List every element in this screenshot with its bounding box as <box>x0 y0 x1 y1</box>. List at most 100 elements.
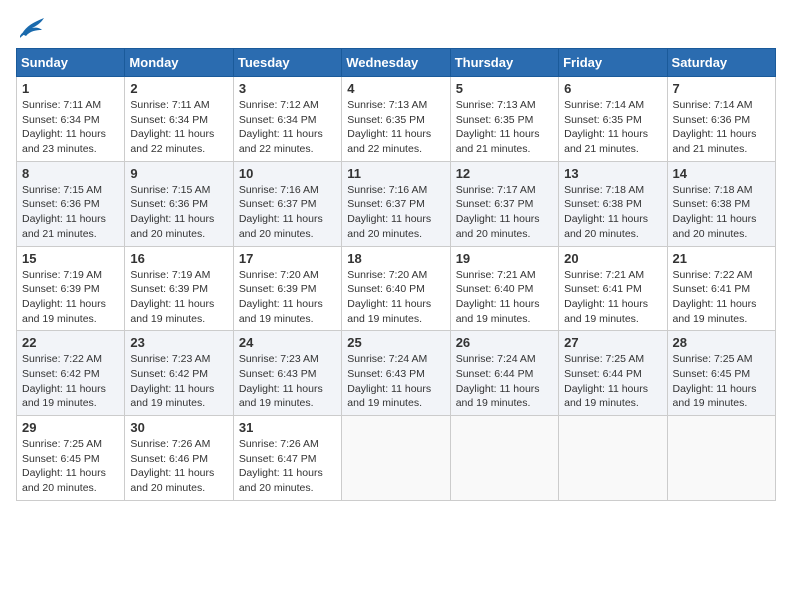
calendar-cell: 1 Sunrise: 7:11 AMSunset: 6:34 PMDayligh… <box>17 77 125 162</box>
day-number: 14 <box>673 166 770 181</box>
calendar-cell: 27 Sunrise: 7:25 AMSunset: 6:44 PMDaylig… <box>559 331 667 416</box>
day-info: Sunrise: 7:26 AMSunset: 6:46 PMDaylight:… <box>130 437 227 496</box>
calendar-cell: 12 Sunrise: 7:17 AMSunset: 6:37 PMDaylig… <box>450 161 558 246</box>
calendar-cell: 4 Sunrise: 7:13 AMSunset: 6:35 PMDayligh… <box>342 77 450 162</box>
logo <box>16 16 46 38</box>
calendar-cell: 6 Sunrise: 7:14 AMSunset: 6:35 PMDayligh… <box>559 77 667 162</box>
calendar-body: 1 Sunrise: 7:11 AMSunset: 6:34 PMDayligh… <box>17 77 776 501</box>
day-number: 16 <box>130 251 227 266</box>
calendar-cell: 21 Sunrise: 7:22 AMSunset: 6:41 PMDaylig… <box>667 246 775 331</box>
day-info: Sunrise: 7:16 AMSunset: 6:37 PMDaylight:… <box>239 183 336 242</box>
calendar-cell: 10 Sunrise: 7:16 AMSunset: 6:37 PMDaylig… <box>233 161 341 246</box>
calendar-cell: 13 Sunrise: 7:18 AMSunset: 6:38 PMDaylig… <box>559 161 667 246</box>
day-number: 24 <box>239 335 336 350</box>
day-number: 9 <box>130 166 227 181</box>
calendar-header-saturday: Saturday <box>667 49 775 77</box>
day-info: Sunrise: 7:23 AMSunset: 6:42 PMDaylight:… <box>130 352 227 411</box>
day-number: 17 <box>239 251 336 266</box>
calendar-cell: 28 Sunrise: 7:25 AMSunset: 6:45 PMDaylig… <box>667 331 775 416</box>
day-number: 5 <box>456 81 553 96</box>
calendar-cell: 14 Sunrise: 7:18 AMSunset: 6:38 PMDaylig… <box>667 161 775 246</box>
day-info: Sunrise: 7:19 AMSunset: 6:39 PMDaylight:… <box>130 268 227 327</box>
calendar-cell: 24 Sunrise: 7:23 AMSunset: 6:43 PMDaylig… <box>233 331 341 416</box>
calendar-week-4: 22 Sunrise: 7:22 AMSunset: 6:42 PMDaylig… <box>17 331 776 416</box>
day-number: 13 <box>564 166 661 181</box>
day-number: 1 <box>22 81 119 96</box>
calendar-header-sunday: Sunday <box>17 49 125 77</box>
day-number: 20 <box>564 251 661 266</box>
calendar-week-2: 8 Sunrise: 7:15 AMSunset: 6:36 PMDayligh… <box>17 161 776 246</box>
day-number: 31 <box>239 420 336 435</box>
day-info: Sunrise: 7:14 AMSunset: 6:35 PMDaylight:… <box>564 98 661 157</box>
day-info: Sunrise: 7:25 AMSunset: 6:44 PMDaylight:… <box>564 352 661 411</box>
calendar-header-monday: Monday <box>125 49 233 77</box>
day-info: Sunrise: 7:23 AMSunset: 6:43 PMDaylight:… <box>239 352 336 411</box>
day-number: 27 <box>564 335 661 350</box>
day-number: 29 <box>22 420 119 435</box>
calendar-cell: 22 Sunrise: 7:22 AMSunset: 6:42 PMDaylig… <box>17 331 125 416</box>
day-info: Sunrise: 7:22 AMSunset: 6:41 PMDaylight:… <box>673 268 770 327</box>
day-info: Sunrise: 7:24 AMSunset: 6:44 PMDaylight:… <box>456 352 553 411</box>
day-info: Sunrise: 7:15 AMSunset: 6:36 PMDaylight:… <box>130 183 227 242</box>
calendar-cell: 11 Sunrise: 7:16 AMSunset: 6:37 PMDaylig… <box>342 161 450 246</box>
calendar-cell: 8 Sunrise: 7:15 AMSunset: 6:36 PMDayligh… <box>17 161 125 246</box>
day-number: 12 <box>456 166 553 181</box>
calendar-cell: 23 Sunrise: 7:23 AMSunset: 6:42 PMDaylig… <box>125 331 233 416</box>
day-info: Sunrise: 7:13 AMSunset: 6:35 PMDaylight:… <box>347 98 444 157</box>
day-number: 18 <box>347 251 444 266</box>
day-number: 6 <box>564 81 661 96</box>
day-info: Sunrise: 7:20 AMSunset: 6:39 PMDaylight:… <box>239 268 336 327</box>
calendar-cell: 20 Sunrise: 7:21 AMSunset: 6:41 PMDaylig… <box>559 246 667 331</box>
calendar-cell: 26 Sunrise: 7:24 AMSunset: 6:44 PMDaylig… <box>450 331 558 416</box>
calendar-cell: 29 Sunrise: 7:25 AMSunset: 6:45 PMDaylig… <box>17 416 125 501</box>
calendar-cell: 30 Sunrise: 7:26 AMSunset: 6:46 PMDaylig… <box>125 416 233 501</box>
day-info: Sunrise: 7:17 AMSunset: 6:37 PMDaylight:… <box>456 183 553 242</box>
calendar-table: SundayMondayTuesdayWednesdayThursdayFrid… <box>16 48 776 501</box>
day-number: 23 <box>130 335 227 350</box>
day-info: Sunrise: 7:21 AMSunset: 6:41 PMDaylight:… <box>564 268 661 327</box>
calendar-cell: 2 Sunrise: 7:11 AMSunset: 6:34 PMDayligh… <box>125 77 233 162</box>
day-info: Sunrise: 7:11 AMSunset: 6:34 PMDaylight:… <box>22 98 119 157</box>
day-number: 15 <box>22 251 119 266</box>
day-info: Sunrise: 7:21 AMSunset: 6:40 PMDaylight:… <box>456 268 553 327</box>
calendar-cell: 3 Sunrise: 7:12 AMSunset: 6:34 PMDayligh… <box>233 77 341 162</box>
day-info: Sunrise: 7:15 AMSunset: 6:36 PMDaylight:… <box>22 183 119 242</box>
calendar-cell: 17 Sunrise: 7:20 AMSunset: 6:39 PMDaylig… <box>233 246 341 331</box>
day-info: Sunrise: 7:12 AMSunset: 6:34 PMDaylight:… <box>239 98 336 157</box>
day-info: Sunrise: 7:19 AMSunset: 6:39 PMDaylight:… <box>22 268 119 327</box>
day-number: 21 <box>673 251 770 266</box>
calendar-week-3: 15 Sunrise: 7:19 AMSunset: 6:39 PMDaylig… <box>17 246 776 331</box>
day-number: 4 <box>347 81 444 96</box>
calendar-cell <box>342 416 450 501</box>
calendar-header-wednesday: Wednesday <box>342 49 450 77</box>
calendar-cell <box>667 416 775 501</box>
calendar-cell: 9 Sunrise: 7:15 AMSunset: 6:36 PMDayligh… <box>125 161 233 246</box>
day-number: 26 <box>456 335 553 350</box>
day-info: Sunrise: 7:18 AMSunset: 6:38 PMDaylight:… <box>673 183 770 242</box>
day-number: 22 <box>22 335 119 350</box>
day-number: 10 <box>239 166 336 181</box>
calendar-week-5: 29 Sunrise: 7:25 AMSunset: 6:45 PMDaylig… <box>17 416 776 501</box>
day-info: Sunrise: 7:22 AMSunset: 6:42 PMDaylight:… <box>22 352 119 411</box>
calendar-header-friday: Friday <box>559 49 667 77</box>
calendar-cell: 19 Sunrise: 7:21 AMSunset: 6:40 PMDaylig… <box>450 246 558 331</box>
day-number: 19 <box>456 251 553 266</box>
day-info: Sunrise: 7:25 AMSunset: 6:45 PMDaylight:… <box>22 437 119 496</box>
calendar-cell: 5 Sunrise: 7:13 AMSunset: 6:35 PMDayligh… <box>450 77 558 162</box>
day-info: Sunrise: 7:14 AMSunset: 6:36 PMDaylight:… <box>673 98 770 157</box>
day-info: Sunrise: 7:25 AMSunset: 6:45 PMDaylight:… <box>673 352 770 411</box>
day-number: 28 <box>673 335 770 350</box>
calendar-week-1: 1 Sunrise: 7:11 AMSunset: 6:34 PMDayligh… <box>17 77 776 162</box>
calendar-cell <box>559 416 667 501</box>
day-info: Sunrise: 7:18 AMSunset: 6:38 PMDaylight:… <box>564 183 661 242</box>
calendar-cell: 31 Sunrise: 7:26 AMSunset: 6:47 PMDaylig… <box>233 416 341 501</box>
calendar-header-thursday: Thursday <box>450 49 558 77</box>
day-number: 30 <box>130 420 227 435</box>
day-info: Sunrise: 7:20 AMSunset: 6:40 PMDaylight:… <box>347 268 444 327</box>
calendar-cell <box>450 416 558 501</box>
calendar-cell: 25 Sunrise: 7:24 AMSunset: 6:43 PMDaylig… <box>342 331 450 416</box>
day-number: 2 <box>130 81 227 96</box>
day-number: 25 <box>347 335 444 350</box>
day-info: Sunrise: 7:24 AMSunset: 6:43 PMDaylight:… <box>347 352 444 411</box>
calendar-cell: 7 Sunrise: 7:14 AMSunset: 6:36 PMDayligh… <box>667 77 775 162</box>
